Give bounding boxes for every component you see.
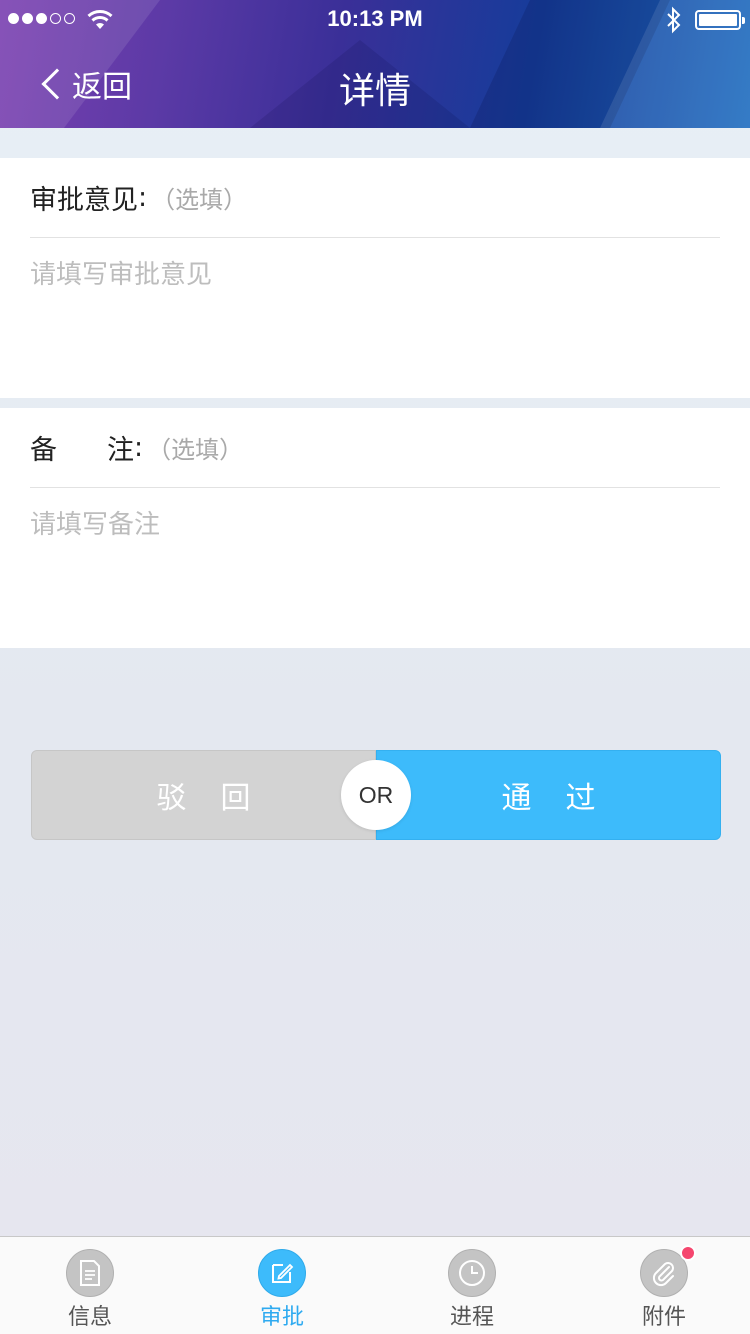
- status-bar: 10:13 PM: [0, 0, 750, 40]
- approval-opinion-colon: :: [138, 182, 148, 213]
- notification-badge: [680, 1245, 696, 1261]
- tab-approval[interactable]: 审批: [222, 1237, 342, 1334]
- tab-approval-label: 审批: [259, 1305, 304, 1330]
- or-divider: OR: [341, 760, 411, 830]
- tab-progress-label: 进程: [449, 1305, 494, 1330]
- battery-icon: [695, 10, 745, 30]
- approval-opinion-label: 审批意见: [30, 185, 138, 216]
- remark-input[interactable]: [30, 504, 720, 634]
- tab-bar: 信息 审批 进程 附件: [0, 1236, 750, 1334]
- page-title: 详情: [338, 71, 411, 112]
- edit-icon: [258, 1249, 306, 1297]
- approval-opinion-label-row: 审批意见 : （选填）: [30, 158, 720, 238]
- approval-opinion-card: 审批意见 : （选填）: [0, 158, 750, 398]
- tab-info[interactable]: 信息: [30, 1237, 150, 1334]
- decision-buttons: 驳回 通过 OR: [31, 750, 721, 840]
- clock-icon: [448, 1249, 496, 1297]
- navigation-bar: 返回 详情: [0, 40, 750, 128]
- tab-attachments-label: 附件: [641, 1305, 686, 1330]
- approval-optional-hint: （选填）: [151, 186, 248, 214]
- bluetooth-icon: [667, 6, 681, 34]
- remark-label-row: 备注 : （选填）: [30, 408, 720, 488]
- tab-attachments[interactable]: 附件: [604, 1237, 724, 1334]
- remark-colon: :: [134, 432, 144, 463]
- header: 10:13 PM 返回 详情: [0, 0, 750, 128]
- status-time: 10:13 PM: [327, 6, 423, 31]
- tab-progress[interactable]: 进程: [412, 1237, 532, 1334]
- remark-optional-hint: （选填）: [147, 436, 244, 464]
- remark-card: 备注 : （选填）: [0, 408, 750, 648]
- reject-button[interactable]: 驳回: [31, 750, 376, 840]
- tab-info-label: 信息: [67, 1305, 112, 1330]
- approval-opinion-input[interactable]: [30, 254, 720, 384]
- document-icon: [66, 1249, 114, 1297]
- pass-button[interactable]: 通过: [376, 750, 721, 840]
